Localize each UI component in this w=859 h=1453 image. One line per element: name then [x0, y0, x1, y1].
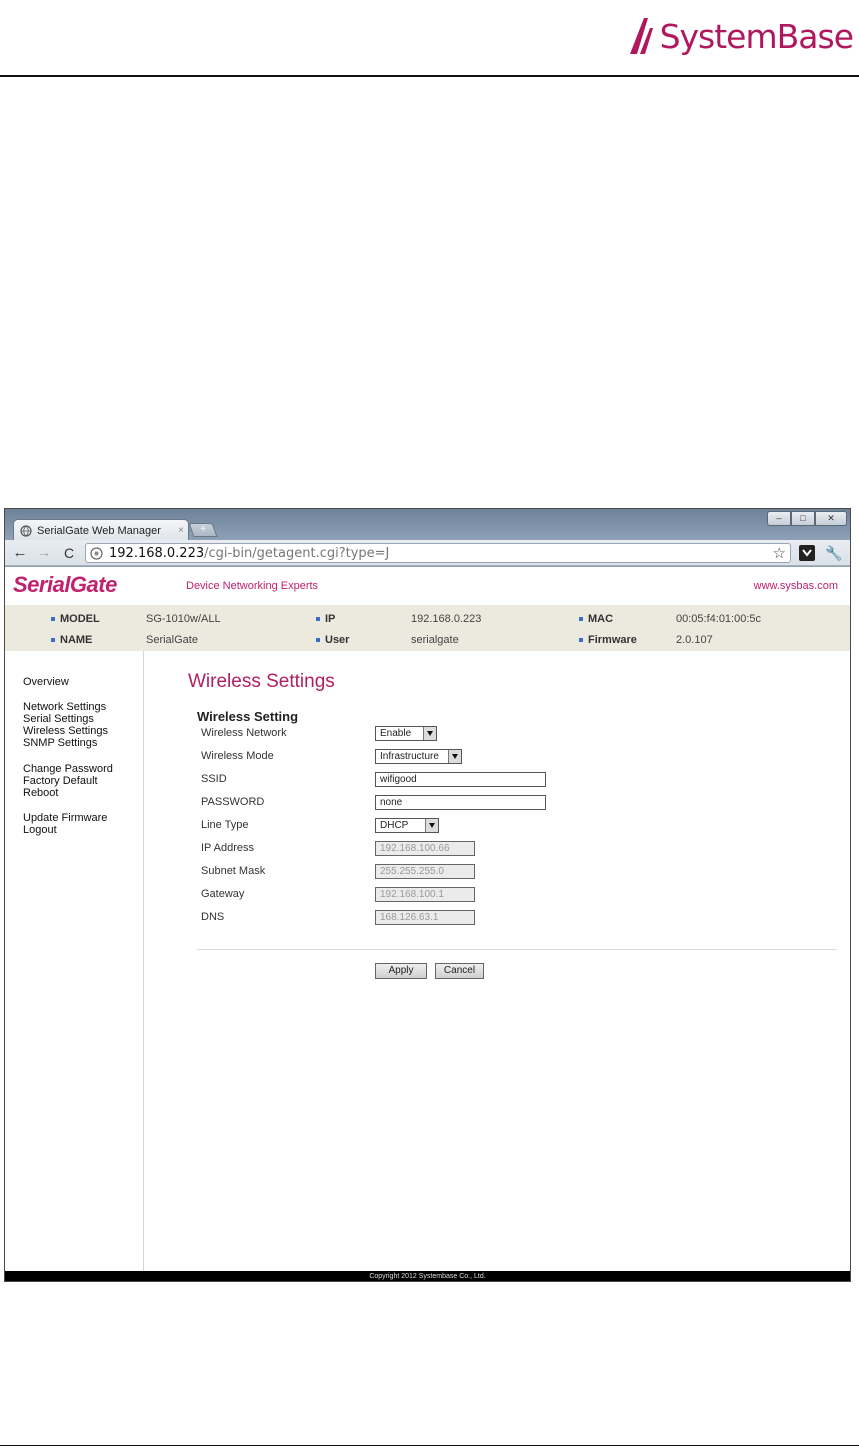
sidebar-item-change-password[interactable]: Change Password [23, 763, 113, 775]
sidebar-item-factory-default[interactable]: Factory Default [23, 775, 98, 787]
sidebar-item-network-settings[interactable]: Network Settings [23, 701, 106, 713]
ip-address-input[interactable]: 192.168.100.66 [375, 841, 475, 856]
systembase-logo-mark-icon [629, 18, 653, 54]
wrench-icon[interactable]: 🔧 [825, 545, 842, 561]
browser-toolbar: ← → C 192.168.0.223/cgi-bin/getagent.cgi… [5, 540, 850, 566]
subnet-mask-label: Subnet Mask [201, 865, 266, 877]
cancel-button[interactable]: Cancel [435, 963, 484, 979]
ssid-label: SSID [201, 773, 227, 785]
form-divider [197, 949, 837, 950]
back-arrow-icon[interactable]: ← [11, 544, 29, 562]
browser-tab[interactable]: SerialGate Web Manager × [13, 519, 189, 541]
device-info-bar: MODEL SG-1010w/ALL IP 192.168.0.223 MAC … [5, 605, 850, 651]
sidebar-item-update-firmware[interactable]: Update Firmware [23, 812, 107, 824]
close-window-button[interactable]: ✕ [815, 511, 847, 526]
model-label: MODEL [51, 613, 100, 625]
dropdown-arrow-icon [448, 750, 461, 763]
systembase-logo: SystemBase [628, 12, 854, 60]
gateway-label: Gateway [201, 888, 245, 900]
user-label: User [316, 634, 349, 646]
apply-button[interactable]: Apply [375, 963, 427, 979]
page-info-globe-icon [90, 546, 103, 560]
address-bar[interactable]: 192.168.0.223/cgi-bin/getagent.cgi?type=… [85, 543, 791, 563]
line-type-select[interactable]: DHCP [375, 818, 439, 833]
ip-value: 192.168.0.223 [411, 613, 482, 625]
firmware-value: 2.0.107 [676, 634, 713, 646]
sidebar-item-serial-settings[interactable]: Serial Settings [23, 713, 94, 725]
serialgate-brand-logo: SerialGate [13, 572, 117, 597]
sysbas-website-link[interactable]: www.sysbas.com [754, 580, 838, 592]
site-tagline: Device Networking Experts [186, 580, 319, 592]
sidebar-item-overview[interactable]: Overview [23, 676, 69, 688]
mac-value: 00:05:f4:01:00:5c [676, 613, 762, 625]
ip-label: IP [316, 613, 335, 625]
globe-icon [20, 524, 32, 537]
browser-titlebar: SerialGate Web Manager × + – □ ✕ [5, 509, 850, 541]
page-title: Wireless Settings [188, 671, 335, 692]
document-footer-rule [0, 1445, 859, 1446]
dropdown-arrow-icon [423, 727, 436, 740]
maximize-button[interactable]: □ [791, 511, 815, 526]
tab-title: SerialGate Web Manager [37, 524, 161, 537]
wireless-network-label: Wireless Network [201, 727, 287, 739]
name-label: NAME [51, 634, 92, 646]
main-content: Wireless Settings Wireless Setting Wirel… [145, 651, 850, 1271]
chevron-down-icon [802, 549, 812, 557]
url-host: 192.168.0.223 [109, 545, 205, 561]
subnet-mask-input[interactable]: 255.255.255.0 [375, 864, 475, 879]
password-label: PASSWORD [201, 796, 265, 808]
plus-icon: + [200, 524, 206, 535]
gateway-input[interactable]: 192.168.100.1 [375, 887, 475, 902]
new-tab-button[interactable]: + [188, 523, 218, 537]
wireless-mode-label: Wireless Mode [201, 750, 274, 762]
sidebar-item-reboot[interactable]: Reboot [23, 787, 58, 799]
dns-input[interactable]: 168.126.63.1 [375, 910, 475, 925]
extension-icon[interactable] [799, 545, 815, 561]
name-value: SerialGate [146, 634, 198, 646]
dns-label: DNS [201, 911, 225, 923]
site-footer: Copyright 2012 Systembase Co., Ltd. [5, 1271, 850, 1281]
wireless-network-value: Enable [380, 728, 412, 739]
dropdown-arrow-icon [425, 819, 438, 832]
ip-address-label: IP Address [201, 842, 254, 854]
systembase-logo-text: SystemBase [659, 16, 854, 56]
web-page: SerialGate Device Networking Experts www… [5, 567, 850, 1271]
reload-icon[interactable]: C [60, 544, 78, 562]
model-value: SG-1010w/ALL [146, 613, 221, 625]
url-path: /cgi-bin/getagent.cgi?type=J [204, 545, 390, 561]
sidebar-nav: Overview Network Settings Serial Setting… [5, 651, 144, 1271]
site-header: SerialGate Device Networking Experts www… [5, 567, 850, 605]
line-type-label: Line Type [201, 819, 249, 831]
sidebar-item-logout[interactable]: Logout [23, 824, 57, 836]
ssid-input[interactable]: wifigood [375, 772, 546, 787]
document-header-rule [0, 75, 859, 77]
password-input[interactable]: none [375, 795, 546, 810]
wireless-mode-value: Infrastructure [380, 751, 439, 762]
sidebar-item-snmp-settings[interactable]: SNMP Settings [23, 737, 97, 749]
sidebar-item-wireless-settings[interactable]: Wireless Settings [23, 725, 108, 737]
mac-label: MAC [579, 613, 613, 625]
bookmark-star-icon[interactable]: ☆ [773, 544, 786, 562]
minimize-button[interactable]: – [767, 511, 791, 526]
section-title: Wireless Setting [197, 709, 299, 724]
user-value: serialgate [411, 634, 459, 646]
firmware-label: Firmware [579, 634, 637, 646]
wireless-network-select[interactable]: Enable [375, 726, 437, 741]
close-tab-icon[interactable]: × [174, 525, 188, 536]
wireless-mode-select[interactable]: Infrastructure [375, 749, 462, 764]
forward-arrow-icon[interactable]: → [35, 544, 53, 562]
line-type-value: DHCP [380, 820, 409, 831]
browser-window: SerialGate Web Manager × + – □ ✕ ← → C 1… [4, 508, 851, 1282]
